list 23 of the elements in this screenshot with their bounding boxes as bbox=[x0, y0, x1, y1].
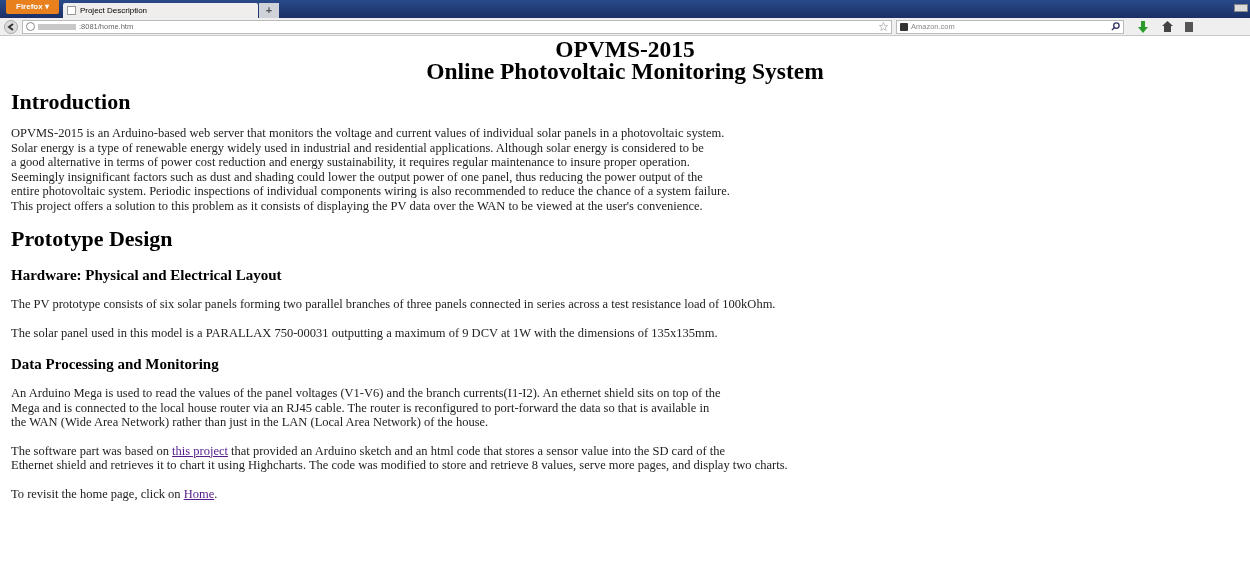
paragraph: The software part was based on this project that provided an Arduino sketch and an html code that stores a sensor value into the SD card of the Ethernet shield and retrieves it to chart it using Highcharts. The code was modified to store and retrieve 8 values, serve more pages, and display two charts. bbox=[11, 443, 788, 473]
home-icon[interactable] bbox=[1162, 21, 1173, 32]
browser-tab[interactable]: Project Description bbox=[62, 3, 258, 18]
section-heading: Prototype Design bbox=[11, 227, 173, 251]
window-controls-icon[interactable] bbox=[1234, 4, 1248, 12]
page-icon bbox=[66, 6, 76, 15]
tab-title: Project Description bbox=[79, 4, 148, 17]
subsection-heading: Data Processing and Monitoring bbox=[11, 356, 219, 373]
page-title: OPVMS-2015 Online Photovoltaic Monitoring System bbox=[425, 38, 825, 82]
section-heading: Introduction bbox=[11, 90, 131, 114]
new-tab-button[interactable]: + bbox=[258, 3, 279, 18]
download-icon[interactable] bbox=[1138, 20, 1148, 33]
search-icon[interactable] bbox=[1111, 22, 1120, 31]
link[interactable]: this project bbox=[172, 443, 228, 458]
blurred-host bbox=[38, 23, 76, 30]
paragraph: OPVMS-2015 is an Arduino-based web server that monitors the voltage and current values of individual solar panels in a photovoltaic system. Solar energy is a type of renewable energy widely used in industrial and residential applications. Although solar energy is considered to be a good alternative in terms of power cost reduction and energy sustainability, it requires regular maintenance to insure proper operation. Seemingly insignificant factors such as dust and shading could lower the output power of one panel, thus reducing the power output of the entire photovoltaic system. Periodic inspections of individual components wiring is also recommended to reduce the chance of a system failure. This project offers a solution to this problem as it consists of displaying the PV data over the WAN to be viewed at the user's convenience. bbox=[11, 126, 730, 213]
back-icon[interactable] bbox=[4, 19, 18, 34]
paragraph: To revisit the home page, click on Home. bbox=[11, 486, 218, 501]
paragraph: An Arduino Mega is used to read the values of the panel voltages (V1-V6) and the branch currents(I1-I2). An ethernet shield sits on top of the Mega and is connected to the local house router via an RJ45 cable. The router is reconfigured to port-forward the data so that is available in the WAN (Wide Area Network) rather than just in the LAN (Local Area Network) of the house. bbox=[11, 386, 721, 430]
subsection-heading: Hardware: Physical and Electrical Layout bbox=[11, 267, 282, 284]
paragraph: The PV prototype consists of six solar panels forming two parallel branches of three panels connected in series across a test resistance load of 100kOhm. bbox=[11, 297, 776, 312]
star-icon[interactable] bbox=[879, 22, 888, 31]
paragraph: The solar panel used in this model is a PARALLAX 750-00031 outputting a maximum of 9 DCV at 1W with the dimensions of 135x135mm. bbox=[11, 325, 718, 340]
